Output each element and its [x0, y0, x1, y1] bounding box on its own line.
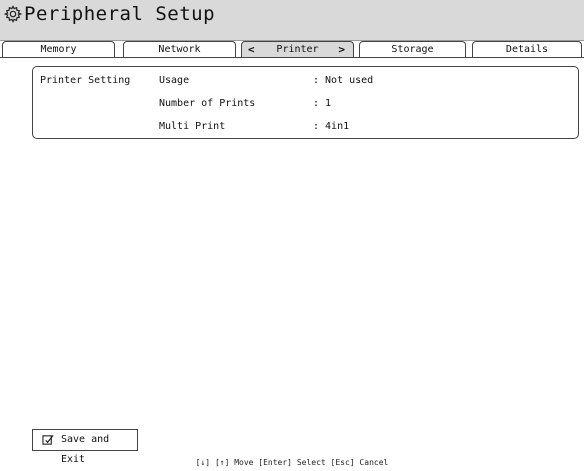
- tab-next-arrow[interactable]: >: [338, 42, 345, 58]
- key-hint-bar: [↓] [↑] Move [Enter] Select [Esc] Cancel: [195, 458, 389, 467]
- printer-setting-panel: Printer Setting Usage : Not used Number …: [32, 66, 579, 139]
- tab-divider: [0, 57, 584, 58]
- tab-details[interactable]: Details: [472, 41, 582, 57]
- tab-label: Network: [158, 44, 201, 55]
- tab-label: Printer: [276, 44, 319, 55]
- usage-label[interactable]: Usage: [159, 75, 189, 87]
- tab-label: Memory: [40, 44, 77, 55]
- tab-label: Storage: [391, 44, 434, 55]
- tab-prev-arrow[interactable]: <: [248, 42, 255, 58]
- title-bar: Peripheral Setup: [0, 0, 584, 41]
- multi-print-value[interactable]: : 4in1: [313, 121, 349, 133]
- checkbox-edit-icon: [42, 435, 54, 445]
- peripheral-setup-screen: Peripheral Setup Memory Network < Printe…: [0, 0, 584, 471]
- tab-storage[interactable]: Storage: [359, 41, 466, 57]
- tab-printer[interactable]: < Printer >: [241, 41, 354, 58]
- number-of-prints-label[interactable]: Number of Prints: [159, 98, 255, 110]
- number-of-prints-value[interactable]: : 1: [313, 98, 331, 110]
- tab-network[interactable]: Network: [123, 41, 236, 57]
- tab-label: Details: [505, 44, 549, 55]
- section-label: Printer Setting: [40, 75, 131, 86]
- multi-print-label[interactable]: Multi Print: [159, 121, 225, 133]
- tab-memory[interactable]: Memory: [2, 41, 115, 57]
- gear-icon: [4, 5, 22, 23]
- save-and-exit-button[interactable]: Save and Exit: [32, 429, 138, 465]
- page-title: Peripheral Setup: [24, 3, 216, 25]
- tab-bar: Memory Network < Printer > Storage Detai…: [0, 41, 584, 58]
- usage-value[interactable]: : Not used: [313, 75, 373, 87]
